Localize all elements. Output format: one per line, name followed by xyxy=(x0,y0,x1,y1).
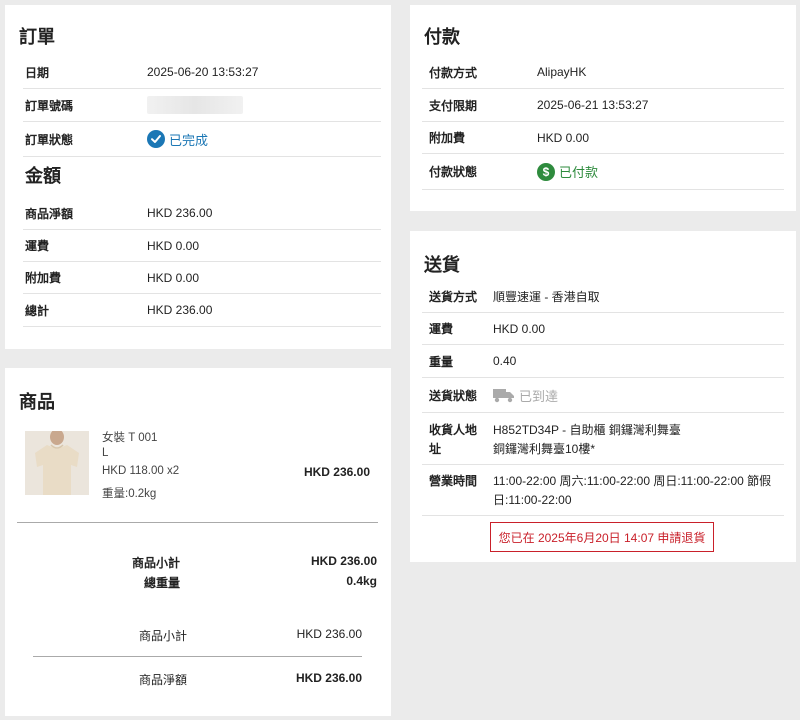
payment-status-row: 付款狀態 $ 已付款 xyxy=(422,154,784,190)
amount-row-value: HKD 0.00 xyxy=(147,270,200,285)
payment-deadline-label: 支付限期 xyxy=(429,98,478,113)
delivery-status-label: 送貨狀態 xyxy=(429,388,478,403)
order-date-row: 日期 2025-06-20 13:53:27 xyxy=(23,56,381,89)
delivery-status-value: 已到達 xyxy=(519,388,559,404)
net-label: 商品淨額 xyxy=(138,673,187,687)
payment-method-label: 付款方式 xyxy=(429,65,478,80)
order-card: 訂單 日期 2025-06-20 13:53:27 訂單號碼 訂單狀態 已完成 … xyxy=(5,5,391,349)
order-date-label: 日期 xyxy=(25,65,50,80)
subtotal-value: HKD 236.00 xyxy=(310,554,377,568)
payment-card: 付款 付款方式 AlipayHK 支付限期 2025-06-21 13:53:2… xyxy=(410,5,796,211)
order-status-badge: 已完成 xyxy=(147,130,208,149)
payment-surcharge-row: 附加費 HKD 0.00 xyxy=(422,122,784,154)
product-weight: 重量:0.2kg xyxy=(102,488,157,500)
delivery-weight-label: 重量 xyxy=(429,354,454,369)
amount-row-value: HKD 236.00 xyxy=(147,206,213,220)
net-value: HKD 236.00 xyxy=(295,671,362,685)
order-number-redacted xyxy=(147,96,243,114)
amount-row-label: 商品淨額 xyxy=(25,206,74,221)
payment-deadline-value: 2025-06-21 13:53:27 xyxy=(537,98,649,112)
subtotal2-label: 商品小計 xyxy=(138,629,187,643)
delivery-weight-row: 重量 0.40 xyxy=(422,345,784,378)
delivery-method-row: 送貨方式 順豐速運 - 香港自取 xyxy=(422,280,784,313)
product-name: 女裝 T 001 xyxy=(102,432,158,444)
delivery-address-line1: H852TD34P - 自助櫃 銅鑼灣利舞臺 xyxy=(493,423,681,437)
payment-status-value: 已付款 xyxy=(559,165,599,180)
amount-row-value: HKD 0.00 xyxy=(147,238,200,253)
amount-row-label: 附加費 xyxy=(25,271,62,285)
product-image xyxy=(25,431,89,495)
delivery-method-value: 順豐速運 - 香港自取 xyxy=(493,289,600,304)
product-size: L xyxy=(102,447,109,459)
amount-title: 金額 xyxy=(25,166,61,186)
products-title: 商品 xyxy=(19,392,55,412)
delivery-hours-row: 營業時間 11:00-22:00 周六:11:00-22:00 周日:11:00… xyxy=(422,465,784,516)
order-status-row: 訂單狀態 已完成 xyxy=(23,122,381,157)
order-number-label: 訂單號碼 xyxy=(25,98,74,113)
amount-row: 商品淨額 HKD 236.00 xyxy=(23,197,381,230)
delivery-hours-value: 11:00-22:00 周六:11:00-22:00 周日:11:00-22:0… xyxy=(493,472,783,510)
products-card: 商品 女裝 T 001 L HKD 118.00 x2 重量:0.2kg HKD… xyxy=(5,368,391,716)
amount-row-label: 總計 xyxy=(25,303,50,318)
delivery-method-label: 送貨方式 xyxy=(429,289,478,304)
total-weight-value: 0.4kg xyxy=(346,574,377,588)
order-date-value: 2025-06-20 13:53:27 xyxy=(147,65,259,79)
amount-row: 運費 HKD 0.00 xyxy=(23,230,381,262)
payment-title: 付款 xyxy=(424,27,460,47)
truck-icon xyxy=(493,387,515,403)
delivery-hours-label: 營業時間 xyxy=(429,474,478,488)
product-price-qty: HKD 118.00 x2 xyxy=(102,465,180,477)
delivery-weight-value: 0.40 xyxy=(493,354,517,368)
payment-method-value: AlipayHK xyxy=(537,65,587,79)
amount-row: 總計 HKD 236.00 xyxy=(23,294,381,327)
delivery-fee-row: 運費 HKD 0.00 xyxy=(422,313,784,345)
order-status-value: 已完成 xyxy=(169,132,209,148)
delivery-hours-line2: 日:11:00-22:00 xyxy=(493,493,572,507)
delivery-status-badge: 已到達 xyxy=(493,386,558,405)
amount-row-label: 運費 xyxy=(25,239,50,253)
order-status-label: 訂單狀態 xyxy=(25,132,74,147)
dollar-circle-icon: $ xyxy=(537,162,555,181)
amount-row-value: HKD 236.00 xyxy=(147,303,213,317)
payment-status-badge: $ 已付款 xyxy=(537,162,598,181)
subtotal2-value: HKD 236.00 xyxy=(296,627,362,641)
payment-deadline-row: 支付限期 2025-06-21 13:53:27 xyxy=(422,89,784,122)
order-number-row: 訂單號碼 xyxy=(23,89,381,122)
delivery-hours-line1: 11:00-22:00 周六:11:00-22:00 周日:11:00-22:0… xyxy=(493,474,772,488)
delivery-fee-label: 運費 xyxy=(429,322,454,336)
total-weight-label: 總重量 xyxy=(143,576,180,590)
return-notice: 您已在 2025年6月20日 14:07 申請退貨 xyxy=(490,522,714,552)
delivery-address-label: 收貨人地址 xyxy=(429,423,478,456)
product-total: HKD 236.00 xyxy=(303,465,370,479)
delivery-address-line2: 銅鑼灣利舞臺10樓* xyxy=(493,442,596,456)
delivery-card: 送貨 送貨方式 順豐速運 - 香港自取 運費 HKD 0.00 重量 0.40 … xyxy=(410,231,796,562)
subtotal-label: 商品小計 xyxy=(131,556,180,570)
delivery-fee-value: HKD 0.00 xyxy=(493,321,546,336)
check-circle-icon xyxy=(147,130,165,148)
delivery-address-row: 收貨人地址 H852TD34P - 自助櫃 銅鑼灣利舞臺 銅鑼灣利舞臺10樓* xyxy=(422,413,784,465)
payment-status-label: 付款狀態 xyxy=(429,165,478,179)
payment-surcharge-label: 附加費 xyxy=(429,131,466,145)
order-title: 訂單 xyxy=(19,27,55,47)
products-divider xyxy=(17,522,378,523)
delivery-title: 送貨 xyxy=(424,255,460,275)
delivery-address-value: H852TD34P - 自助櫃 銅鑼灣利舞臺 銅鑼灣利舞臺10樓* xyxy=(493,421,681,459)
summary-divider xyxy=(33,656,362,657)
delivery-status-row: 送貨狀態 已到達 xyxy=(422,378,784,413)
payment-method-row: 付款方式 AlipayHK xyxy=(422,56,784,89)
amount-row: 附加費 HKD 0.00 xyxy=(23,262,381,294)
payment-surcharge-value: HKD 0.00 xyxy=(537,130,590,145)
